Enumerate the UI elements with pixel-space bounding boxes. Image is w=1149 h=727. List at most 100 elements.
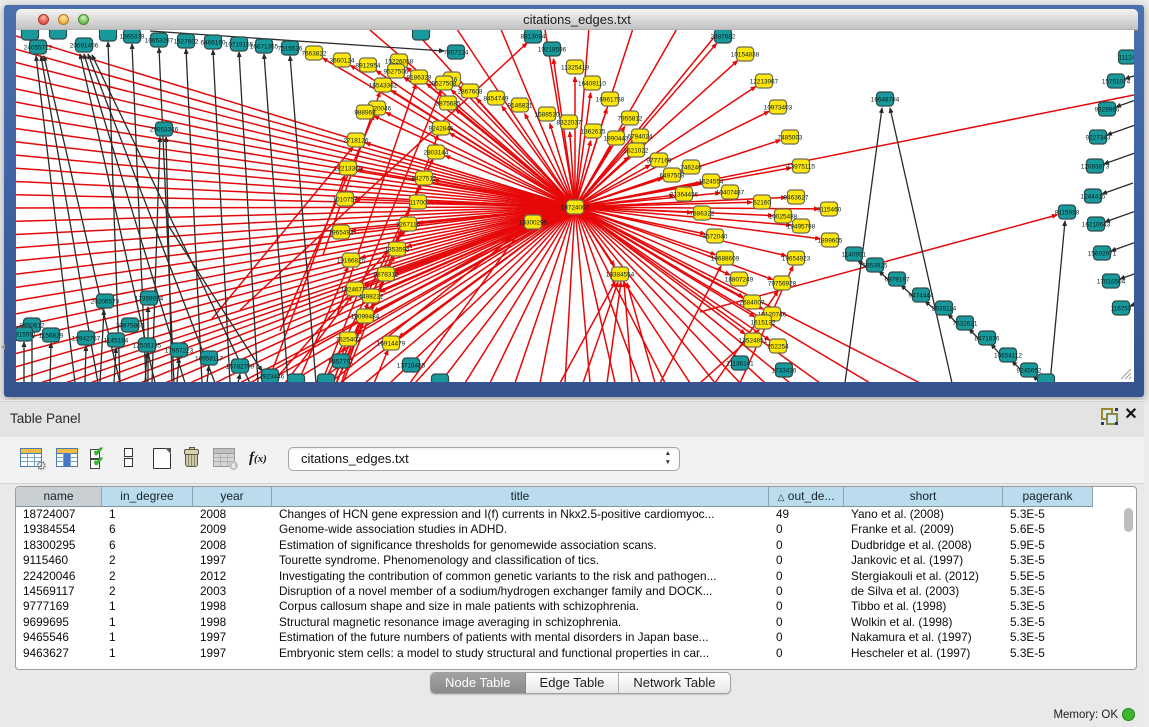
graph-edge-black[interactable] — [238, 374, 240, 382]
memory-status-icon[interactable] — [1122, 708, 1135, 721]
table-row[interactable]: 2242004622012Investigating the contribut… — [16, 569, 1095, 584]
show-columns-icon[interactable] — [56, 448, 78, 467]
cell-pagerank: 5.3E-5 — [1010, 507, 1090, 522]
table-row[interactable]: 1456911722003Disruption of a novel membe… — [16, 584, 1095, 599]
cell-short: Yano et al. (2008) — [851, 507, 1000, 522]
graph-edge-black[interactable] — [88, 54, 215, 382]
table-row[interactable]: 969969511998Structural magnetic resonanc… — [16, 615, 1095, 630]
table-row[interactable]: 946362711997Embryonic stem cells: a mode… — [16, 646, 1095, 661]
graph-node-label: 19654923 — [782, 255, 811, 262]
table-row[interactable]: 1872400712008Changes of HCN gene express… — [16, 507, 1095, 522]
graph-node-label: 7485003 — [778, 134, 803, 141]
graph-node-label: 18807249 — [725, 276, 754, 283]
graph-edge-black[interactable] — [890, 108, 952, 382]
cell-year: 1998 — [200, 599, 269, 614]
resize-grip-icon[interactable] — [1118, 366, 1132, 380]
graph-edge-black[interactable] — [85, 346, 86, 382]
graph-node-label: 19218596 — [538, 46, 567, 53]
column-header-short[interactable]: short — [844, 487, 1003, 507]
graph-node-label: 12923446 — [256, 373, 285, 380]
delete-table-icon[interactable]: x — [213, 448, 235, 467]
float-panel-icon[interactable] — [1101, 408, 1118, 425]
graph-edge-red[interactable] — [16, 207, 575, 208]
graph-node-label: 16543362 — [369, 82, 398, 89]
cell-out_de: 0 — [776, 630, 841, 645]
graph-node[interactable] — [432, 374, 449, 382]
graph-edge-black[interactable] — [264, 54, 288, 382]
graph-edge-red[interactable] — [553, 59, 575, 207]
column-header-year[interactable]: year — [193, 487, 272, 507]
close-panel-icon[interactable]: ✕ — [1122, 406, 1140, 424]
column-header-name[interactable]: name — [16, 487, 102, 507]
function-builder-icon[interactable]: f(x) — [249, 449, 267, 467]
graph-node-label: 746246 — [680, 164, 702, 171]
cell-year: 1998 — [200, 615, 269, 630]
graph-node[interactable] — [1038, 374, 1055, 382]
graph-node-label: 17359924 — [135, 295, 164, 302]
graph-node-label: 8427512 — [412, 175, 437, 182]
graph-node-label: 8813094 — [521, 33, 546, 40]
table-vertical-scrollbar[interactable] — [1124, 508, 1133, 532]
table-mode-icon[interactable]: ⚙ — [20, 448, 42, 467]
sash-collapse-icon[interactable] — [1, 344, 5, 350]
table-row[interactable]: 911546021997Tourette syndrome. Phenomeno… — [16, 553, 1095, 568]
graph-node-label: 16961758 — [596, 96, 625, 103]
column-header-out_de[interactable]: △ out_de... — [769, 487, 844, 507]
graph-edge-black[interactable] — [1107, 124, 1134, 135]
new-column-icon[interactable] — [153, 448, 171, 469]
graph-edge-black[interactable] — [50, 343, 51, 382]
column-header-in_degree[interactable]: in_degree — [102, 487, 193, 507]
graph-node-label: 7632621 — [953, 320, 978, 327]
network-window-titlebar[interactable]: citations_edges.txt — [16, 9, 1138, 31]
graph-edge-black[interactable] — [1102, 183, 1133, 194]
graph-edge-red[interactable] — [575, 207, 791, 225]
memory-status-label: Memory: OK — [1053, 709, 1118, 721]
delete-columns-icon[interactable] — [183, 448, 200, 467]
graph-node-label: 3267110 — [396, 221, 421, 228]
column-header-title[interactable]: title — [272, 487, 769, 507]
tab-node-table[interactable]: Node Table — [431, 673, 526, 693]
graph-node-label: 116753 — [1111, 305, 1132, 312]
graph-node[interactable] — [50, 30, 67, 39]
graph-node-label: 24055712 — [24, 44, 53, 51]
select-columns-icon[interactable]: ✔✔ — [90, 448, 110, 468]
cell-in_degree: 2 — [109, 569, 190, 584]
tab-network-table[interactable]: Network Table — [619, 673, 729, 693]
graph-node-label: 19384554 — [606, 271, 635, 278]
table-row[interactable]: 946554611997Estimation of the future num… — [16, 630, 1095, 645]
graph-node[interactable] — [318, 374, 335, 382]
graph-node-label: 1624554 — [699, 178, 724, 185]
tab-edge-table[interactable]: Edge Table — [526, 673, 620, 693]
graph-node-label: 8912954 — [356, 62, 381, 69]
cell-out_de: 0 — [776, 553, 841, 568]
table-row[interactable]: 1830029562008Estimation of significance … — [16, 538, 1095, 553]
cell-name: 18724007 — [23, 507, 99, 522]
graph-node-label: 16782759 — [226, 363, 255, 370]
graph-edge-black[interactable] — [207, 366, 209, 382]
table-row[interactable]: 977716911998Corpus callosum shape and si… — [16, 599, 1095, 614]
cell-year: 1997 — [200, 646, 269, 661]
graph-node[interactable] — [288, 374, 305, 382]
graph-edge-black[interactable] — [108, 42, 120, 382]
graph-node-label: 8322037 — [557, 119, 582, 126]
graph-node-label: 16648784 — [871, 96, 900, 103]
table-row[interactable]: 1938455462009Genome-wide association stu… — [16, 522, 1095, 537]
column-header-pagerank[interactable]: pagerank — [1003, 487, 1093, 507]
cell-title: Genome-wide association studies in ADHD. — [279, 522, 766, 537]
table-selector-dropdown[interactable]: citations_edges.txt ▲▼ — [288, 447, 680, 471]
graph-node-label: 1362615 — [581, 128, 606, 135]
cell-name: 9465546 — [23, 630, 99, 645]
cell-out_de: 0 — [776, 615, 841, 630]
network-canvas[interactable]: 2405571220691406136537810653287152760264… — [16, 30, 1134, 382]
graph-node[interactable] — [100, 30, 117, 41]
graph-edge-red[interactable] — [16, 207, 575, 354]
graph-edge-black[interactable] — [159, 48, 174, 382]
graph-edge-red[interactable] — [607, 282, 621, 382]
graph-node-label: 1990443 — [604, 135, 629, 142]
row-height-icon[interactable] — [124, 448, 134, 468]
graph-node[interactable] — [413, 30, 430, 40]
graph-edge-black[interactable] — [1050, 221, 1065, 382]
graph-node-label: 1244415 — [1081, 193, 1106, 200]
graph-node[interactable] — [22, 30, 39, 40]
cell-name: 9777169 — [23, 599, 99, 614]
